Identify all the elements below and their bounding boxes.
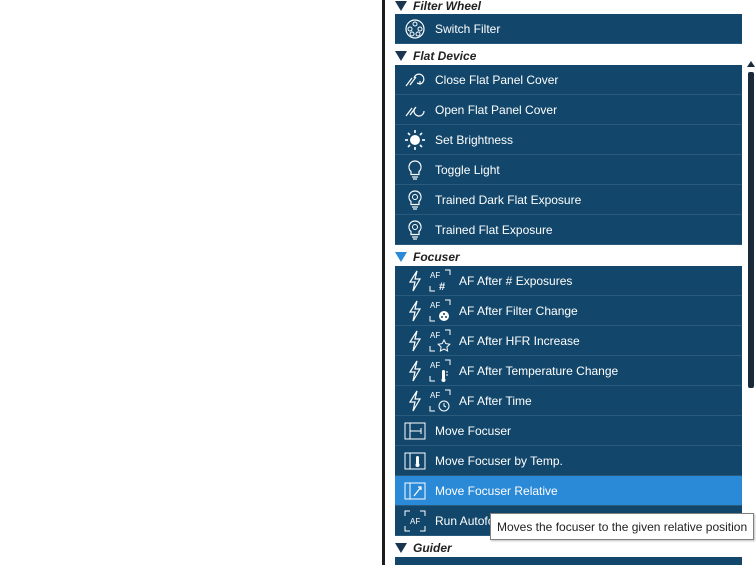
instruction-toggle-light[interactable]: Toggle Light	[395, 155, 742, 185]
lightning-bolt-icon	[403, 329, 427, 353]
scroll-up-arrow-icon[interactable]	[747, 61, 755, 67]
autofocus-icon: AF	[403, 509, 427, 533]
instruction-label: Open Flat Panel Cover	[435, 102, 558, 117]
instruction-label: AF After HFR Increase	[459, 333, 580, 348]
instruction-move-focuser[interactable]: Move Focuser	[395, 416, 742, 446]
collapse-triangle-icon	[395, 1, 407, 11]
instruction-label: Move Focuser by Temp.	[435, 453, 563, 468]
group-title: Guider	[413, 541, 452, 555]
flat-panel-cover-close-icon	[403, 68, 427, 92]
af-exposures-icon: AF #	[429, 269, 451, 293]
instruction-trained-flat-exposure[interactable]: Trained Flat Exposure	[395, 215, 742, 245]
instruction-guider-partial[interactable]	[395, 557, 742, 565]
instruction-switch-filter[interactable]: Switch Filter	[395, 14, 742, 44]
instruction-move-focuser-relative[interactable]: Move Focuser Relative	[395, 476, 742, 506]
instruction-label: Trained Flat Exposure	[435, 222, 553, 237]
group-header-filter-wheel[interactable]: Filter Wheel	[395, 0, 481, 15]
instruction-move-focuser-by-temp[interactable]: Move Focuser by Temp.	[395, 446, 742, 476]
instruction-af-after-hfr-increase[interactable]: AF AF After HFR Increase	[395, 326, 742, 356]
svg-text:AF: AF	[410, 517, 420, 526]
svg-text:#: #	[439, 281, 445, 293]
instruction-af-after-temperature-change[interactable]: AF AF After Temperature Change	[395, 356, 742, 386]
move-focuser-relative-icon	[403, 479, 427, 503]
scrollbar-thumb[interactable]	[748, 72, 754, 388]
instruction-af-after-exposures[interactable]: AF # AF After # Exposures	[395, 266, 742, 296]
svg-text:AF: AF	[430, 331, 440, 340]
instruction-label: Move Focuser Relative	[435, 483, 558, 498]
instruction-label: AF After Time	[459, 393, 532, 408]
instruction-open-flat-panel-cover[interactable]: Open Flat Panel Cover	[395, 95, 742, 125]
instruction-label: Close Flat Panel Cover	[435, 72, 559, 87]
svg-text:AF: AF	[430, 361, 440, 370]
svg-text:AF: AF	[430, 301, 440, 310]
lightning-bolt-icon	[403, 389, 427, 413]
instruction-set-brightness[interactable]: Set Brightness	[395, 125, 742, 155]
group-header-guider[interactable]: Guider	[395, 539, 452, 557]
move-focuser-temp-icon	[403, 449, 427, 473]
instruction-label: Toggle Light	[435, 162, 500, 177]
svg-text:AF: AF	[430, 271, 440, 280]
instruction-label: Set Brightness	[435, 132, 514, 147]
move-focuser-icon	[403, 419, 427, 443]
collapse-triangle-icon	[395, 252, 407, 262]
instruction-trained-dark-flat-exposure[interactable]: Trained Dark Flat Exposure	[395, 185, 742, 215]
instruction-close-flat-panel-cover[interactable]: Close Flat Panel Cover	[395, 65, 742, 95]
lightning-bolt-icon	[403, 359, 427, 383]
filter-wheel-icon	[403, 17, 427, 41]
instruction-label: Switch Filter	[435, 21, 501, 36]
af-thermometer-icon: AF	[429, 359, 451, 383]
lightning-bolt-icon	[403, 269, 427, 293]
instruction-af-after-filter-change[interactable]: AF AF After Filter Change	[395, 296, 742, 326]
tooltip: Moves the focuser to the given relative …	[490, 513, 755, 540]
group-title: Flat Device	[413, 49, 477, 63]
bulb-timer-icon	[403, 218, 427, 242]
brightness-icon	[403, 128, 427, 152]
bulb-timer-icon	[403, 188, 427, 212]
instruction-label: AF After # Exposures	[459, 273, 573, 288]
flat-panel-cover-open-icon	[403, 98, 427, 122]
instruction-label: Move Focuser	[435, 423, 512, 438]
light-bulb-icon	[403, 158, 427, 182]
af-filter-change-icon: AF	[429, 299, 451, 323]
collapse-triangle-icon	[395, 543, 407, 553]
af-clock-icon: AF	[429, 389, 451, 413]
svg-text:AF: AF	[430, 391, 440, 400]
group-title: Focuser	[413, 250, 460, 264]
instruction-label: Trained Dark Flat Exposure	[435, 192, 582, 207]
sequence-instructions-panel: Filter Wheel Switch Filter Flat Device C…	[385, 0, 756, 565]
instruction-label: AF After Temperature Change	[459, 363, 619, 378]
instruction-af-after-time[interactable]: AF AF After Time	[395, 386, 742, 416]
instruction-label: AF After Filter Change	[459, 303, 578, 318]
collapse-triangle-icon	[395, 51, 407, 61]
group-header-flat-device[interactable]: Flat Device	[395, 47, 476, 65]
af-hfr-star-icon: AF	[429, 329, 451, 353]
group-header-focuser[interactable]: Focuser	[395, 248, 460, 266]
group-title: Filter Wheel	[413, 0, 482, 13]
lightning-bolt-icon	[403, 299, 427, 323]
